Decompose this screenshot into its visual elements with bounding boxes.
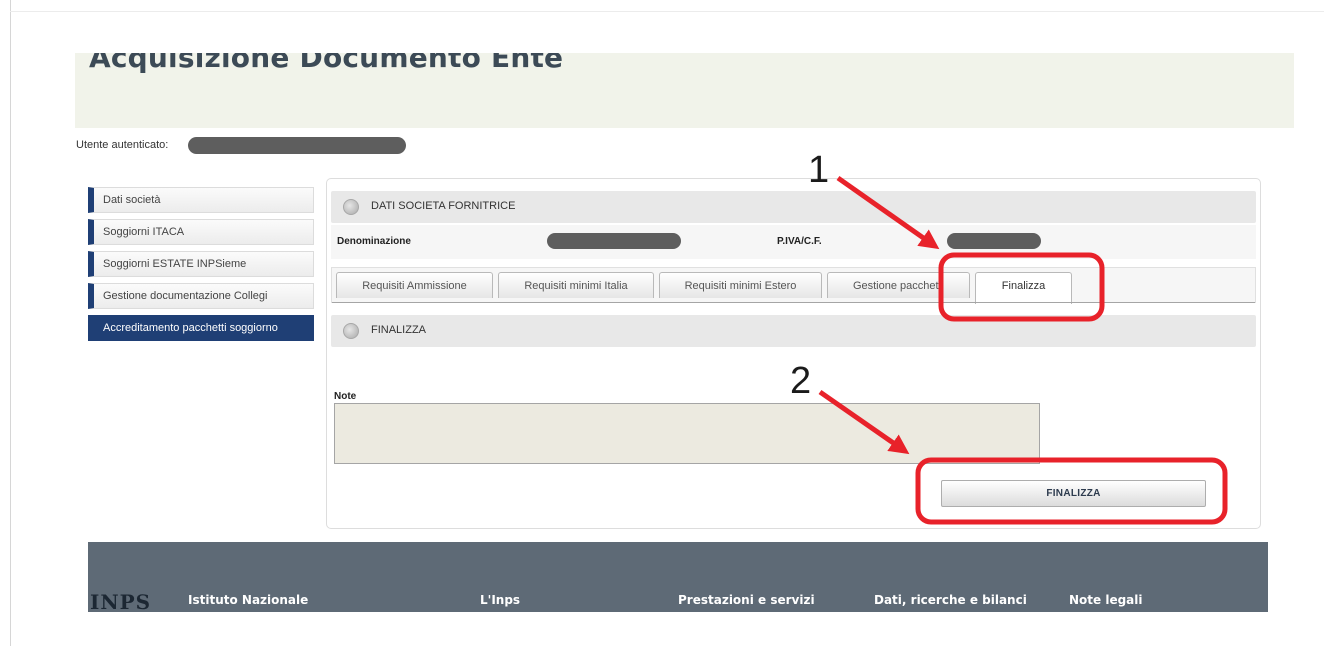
page-header: Acquisizione Documento Ente	[75, 53, 1294, 128]
tab-bar: Requisiti Ammissione Requisiti minimi It…	[331, 267, 1256, 304]
section-bullet-icon	[343, 199, 359, 215]
inps-logo: INPS	[90, 590, 152, 612]
tab-gestione-pacchetti[interactable]: Gestione pacchetti	[827, 272, 970, 298]
footer-link-dati[interactable]: Dati, ricerche e bilanci	[874, 593, 1027, 607]
tab-finalizza[interactable]: Finalizza	[975, 272, 1072, 304]
finalizza-button[interactable]: FINALIZZA	[941, 480, 1206, 507]
redacted-piva	[947, 233, 1041, 249]
section-title-company: DATI SOCIETA FORNITRICE	[371, 200, 516, 212]
frame-border	[10, 0, 11, 646]
frame-border-top	[10, 11, 1324, 12]
tab-requisiti-italia[interactable]: Requisiti minimi Italia	[498, 272, 654, 298]
section-bullet-icon	[343, 323, 359, 339]
sidebar-item-soggiorni-itaca[interactable]: Soggiorni ITACA	[88, 219, 314, 245]
sidebar-item-soggiorni-estate[interactable]: Soggiorni ESTATE INPSieme	[88, 251, 314, 277]
authenticated-user-label: Utente autenticato:	[76, 139, 169, 151]
tab-divider	[332, 302, 1255, 303]
footer-link-note-legali[interactable]: Note legali	[1069, 593, 1143, 607]
section-header-company: DATI SOCIETA FORNITRICE	[331, 191, 1256, 223]
footer-link-istituto[interactable]: Istituto Nazionale	[188, 593, 308, 607]
note-label: Note	[334, 391, 357, 402]
tab-requisiti-ammissione[interactable]: Requisiti Ammissione	[336, 272, 493, 298]
section-header-finalizza: FINALIZZA	[331, 315, 1256, 347]
sidebar-item-gestione-documentazione[interactable]: Gestione documentazione Collegi	[88, 283, 314, 309]
company-info-row: Denominazione P.IVA/C.F.	[331, 225, 1256, 259]
page-title: Acquisizione Documento Ente	[89, 53, 564, 74]
main-panel: DATI SOCIETA FORNITRICE Denominazione P.…	[326, 178, 1261, 529]
section-title-finalizza: FINALIZZA	[371, 324, 427, 336]
tab-requisiti-estero[interactable]: Requisiti minimi Estero	[659, 272, 822, 298]
note-textarea[interactable]	[334, 403, 1040, 464]
footer: INPS Istituto Nazionale L'Inps Prestazio…	[88, 542, 1268, 612]
redacted-username	[188, 137, 406, 154]
denominazione-label: Denominazione	[337, 236, 411, 247]
piva-label: P.IVA/C.F.	[777, 236, 822, 247]
sidebar-menu: Dati società Soggiorni ITACA Soggiorni E…	[88, 187, 314, 347]
redacted-denominazione	[547, 233, 681, 249]
sidebar-item-dati-societa[interactable]: Dati società	[88, 187, 314, 213]
footer-link-prestazioni[interactable]: Prestazioni e servizi	[678, 593, 815, 607]
footer-link-inps[interactable]: L'Inps	[480, 593, 520, 607]
sidebar-item-accreditamento[interactable]: Accreditamento pacchetti soggiorno	[88, 315, 314, 341]
